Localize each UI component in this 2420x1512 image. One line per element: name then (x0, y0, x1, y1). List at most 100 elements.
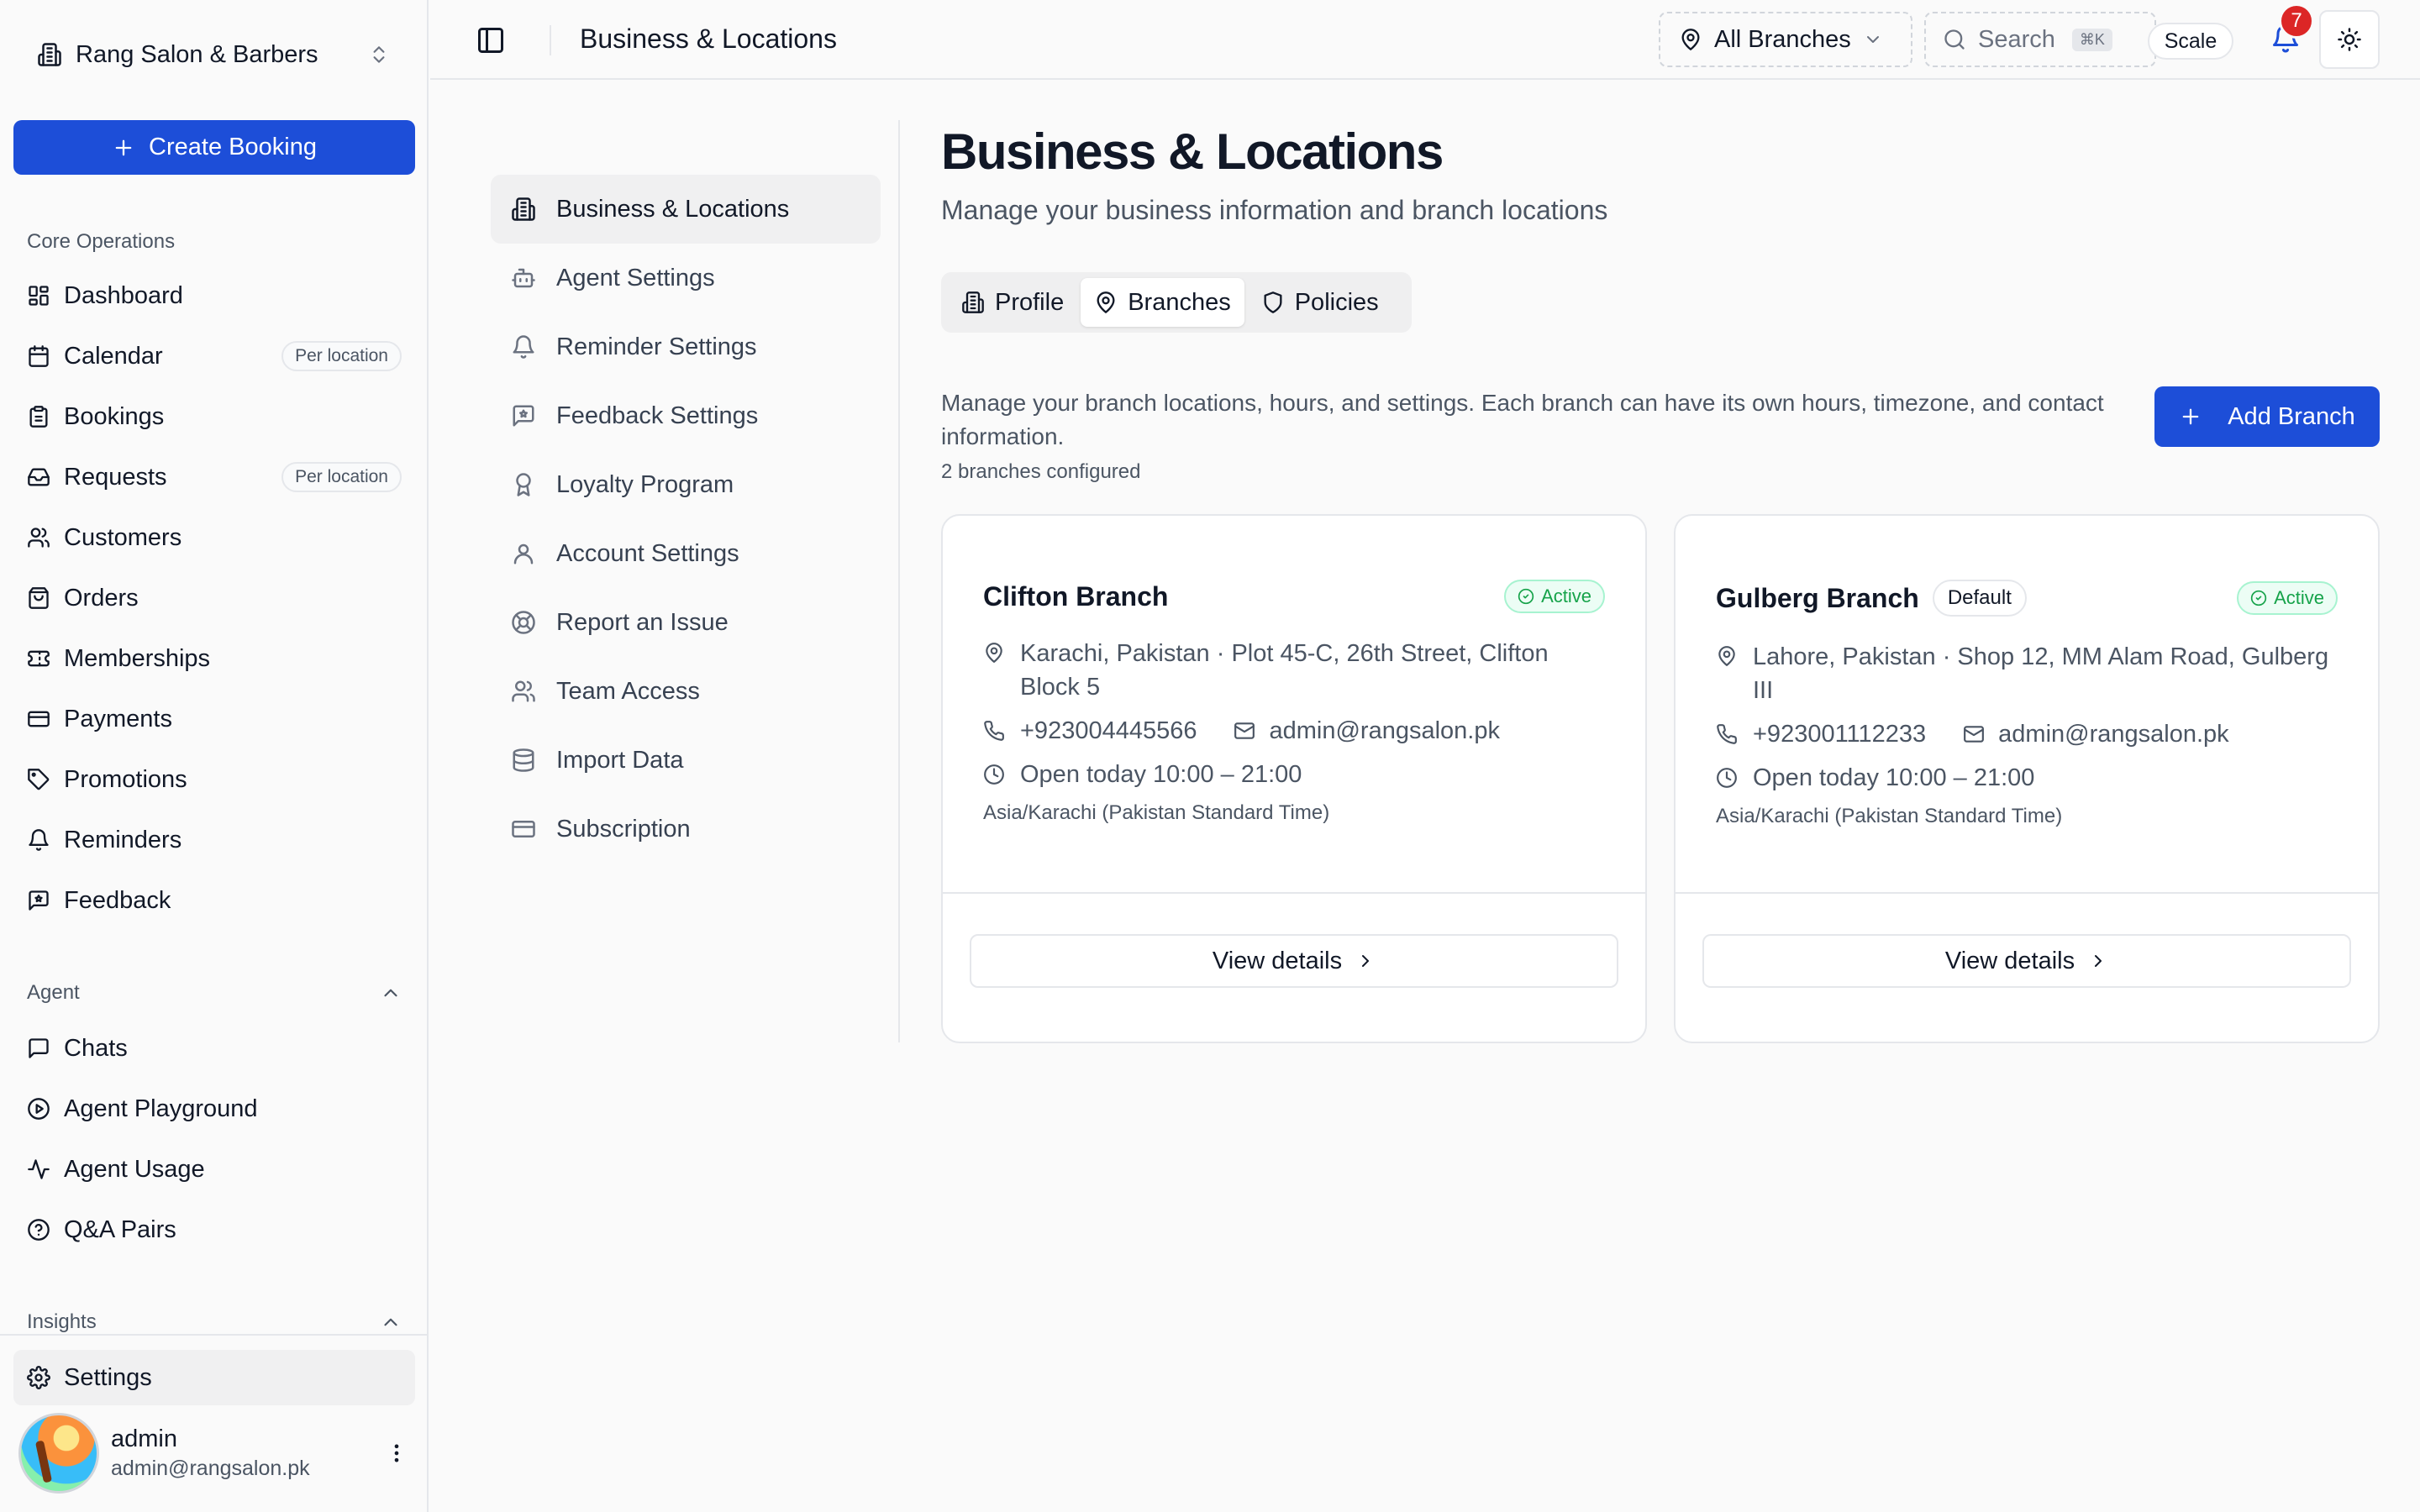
main-subtitle: Manage your business information and bra… (941, 195, 1608, 225)
sidebar-divider (0, 1334, 429, 1336)
status-badge: Active (2237, 581, 2338, 615)
ticket-icon (27, 647, 50, 670)
search-icon (1943, 28, 1966, 51)
branch-selector[interactable]: All Branches (1659, 12, 1912, 67)
sidebar-item-label: Agent Usage (64, 1155, 205, 1183)
chevron-down-icon (1863, 29, 1883, 50)
settings-item-label: Agent Settings (556, 264, 715, 291)
sidebar-item-agent-usage[interactable]: Agent Usage (13, 1139, 415, 1200)
view-details-button[interactable]: View details (970, 934, 1618, 988)
scale-button[interactable]: Scale (2148, 23, 2233, 60)
settings-item-report-issue[interactable]: Report an Issue (491, 588, 881, 657)
view-details-button[interactable]: View details (1702, 934, 2351, 988)
sidebar-item-calendar[interactable]: Calendar Per location (13, 326, 415, 386)
sidebar-item-reminders[interactable]: Reminders (13, 810, 415, 870)
dashboard-icon (27, 284, 50, 307)
search-shortcut: ⌘K (2071, 28, 2112, 51)
settings-item-label: Feedback Settings (556, 402, 759, 429)
settings-item-label: Reminder Settings (556, 333, 757, 360)
tab-profile[interactable]: Profile (948, 278, 1077, 327)
default-badge: Default (1932, 580, 2027, 617)
mail-icon (1234, 720, 1255, 742)
sidebar-item-label: Dashboard (64, 281, 183, 309)
settings-item-loyalty-program[interactable]: Loyalty Program (491, 450, 881, 519)
building-icon (961, 291, 985, 314)
feedback-icon (511, 403, 536, 428)
branch-address-text: Lahore, Pakistan · Shop 12, MM Alam Road… (1753, 643, 2329, 704)
map-pin-icon (1716, 640, 1739, 707)
section-label: Insights (27, 1310, 97, 1333)
branch-card: Gulberg Branch Default Active Lahore, Pa… (1674, 514, 2380, 1043)
map-pin-icon (1679, 28, 1702, 51)
shield-icon (1261, 291, 1285, 314)
sidebar-item-promotions[interactable]: Promotions (13, 749, 415, 810)
sidebar-item-payments[interactable]: Payments (13, 689, 415, 749)
create-booking-button[interactable]: Create Booking (13, 120, 415, 175)
tab-policies[interactable]: Policies (1248, 278, 1392, 327)
branch-hours: Open today 10:00 – 21:00 (983, 758, 1605, 791)
agent-nav: Chats Agent Playground Agent Usage Q&A P… (13, 1018, 415, 1260)
more-vertical-icon[interactable] (380, 1441, 413, 1465)
plus-icon (2179, 405, 2202, 428)
sidebar-item-orders[interactable]: Orders (13, 568, 415, 628)
settings-item-feedback-settings[interactable]: Feedback Settings (491, 381, 881, 450)
theme-toggle-button[interactable] (2319, 10, 2380, 69)
search-label: Search (1978, 25, 2055, 53)
shopping-bag-icon (27, 586, 50, 610)
sidebar-toggle-icon[interactable] (476, 25, 506, 55)
sidebar-item-label: Chats (64, 1034, 128, 1062)
bell-icon (511, 334, 536, 360)
settings-item-business-locations[interactable]: Business & Locations (491, 175, 881, 244)
status-label: Active (2274, 587, 2324, 608)
tab-branches[interactable]: Branches (1081, 278, 1244, 327)
chevron-up-icon (380, 982, 402, 1004)
notification-badge: 7 (2279, 3, 2314, 39)
search-button[interactable]: Search ⌘K (1924, 12, 2156, 67)
settings-item-import-data[interactable]: Import Data (491, 726, 881, 795)
sidebar-item-label: Customers (64, 523, 182, 551)
user-menu[interactable]: admin admin@rangsalon.pk (18, 1411, 413, 1495)
sidebar-item-qa-pairs[interactable]: Q&A Pairs (13, 1200, 415, 1260)
tab-label: Policies (1294, 288, 1379, 316)
settings-item-reminder-settings[interactable]: Reminder Settings (491, 312, 881, 381)
chevron-right-icon (2088, 951, 2108, 971)
section-agent[interactable]: Agent (27, 981, 402, 1005)
settings-item-label: Account Settings (556, 539, 739, 567)
check-circle-icon (2250, 590, 2267, 606)
add-branch-button[interactable]: Add Branch (2154, 386, 2380, 447)
branch-address-text: Karachi, Pakistan · Plot 45-C, 26th Stre… (1020, 640, 1549, 701)
sidebar-item-bookings[interactable]: Bookings (13, 386, 415, 447)
branch-hours-text: Open today 10:00 – 21:00 (1753, 764, 2035, 791)
sidebar-item-memberships[interactable]: Memberships (13, 628, 415, 689)
sidebar-item-chats[interactable]: Chats (13, 1018, 415, 1079)
settings-item-subscription[interactable]: Subscription (491, 795, 881, 864)
sidebar-item-feedback[interactable]: Feedback (13, 870, 415, 931)
feedback-icon (27, 889, 50, 912)
settings-item-agent-settings[interactable]: Agent Settings (491, 244, 881, 312)
tab-list: Profile Branches Policies (941, 272, 1412, 333)
settings-item-account-settings[interactable]: Account Settings (491, 519, 881, 588)
sidebar-item-requests[interactable]: Requests Per location (13, 447, 415, 507)
settings-divider (898, 120, 900, 1042)
sidebar-item-settings[interactable]: Settings (13, 1350, 415, 1405)
credit-card-icon (511, 816, 536, 842)
branch-hours-text: Open today 10:00 – 21:00 (1020, 761, 1302, 788)
branch-email: admin@rangsalon.pk (1998, 721, 2229, 748)
org-switcher[interactable]: Rang Salon & Barbers (37, 34, 390, 76)
sidebar-item-dashboard[interactable]: Dashboard (13, 265, 415, 326)
sidebar-item-customers[interactable]: Customers (13, 507, 415, 568)
help-circle-icon (27, 1218, 50, 1242)
core-nav: Dashboard Calendar Per location Bookings… (13, 265, 415, 931)
settings-item-team-access[interactable]: Team Access (491, 657, 881, 726)
branch-card-header: Gulberg Branch Default Active (1716, 580, 2338, 617)
activity-icon (27, 1158, 50, 1181)
sidebar-item-label: Requests (64, 463, 167, 491)
bot-icon (511, 265, 536, 291)
sidebar-item-label: Payments (64, 705, 172, 732)
per-location-badge: Per location (281, 341, 402, 371)
branch-name: Gulberg Branch (1716, 582, 1919, 613)
sidebar-item-agent-playground[interactable]: Agent Playground (13, 1079, 415, 1139)
section-insights[interactable]: Insights (27, 1310, 402, 1334)
sidebar-item-label: Orders (64, 584, 139, 612)
branch-timezone: Asia/Karachi (Pakistan Standard Time) (1716, 805, 2063, 827)
